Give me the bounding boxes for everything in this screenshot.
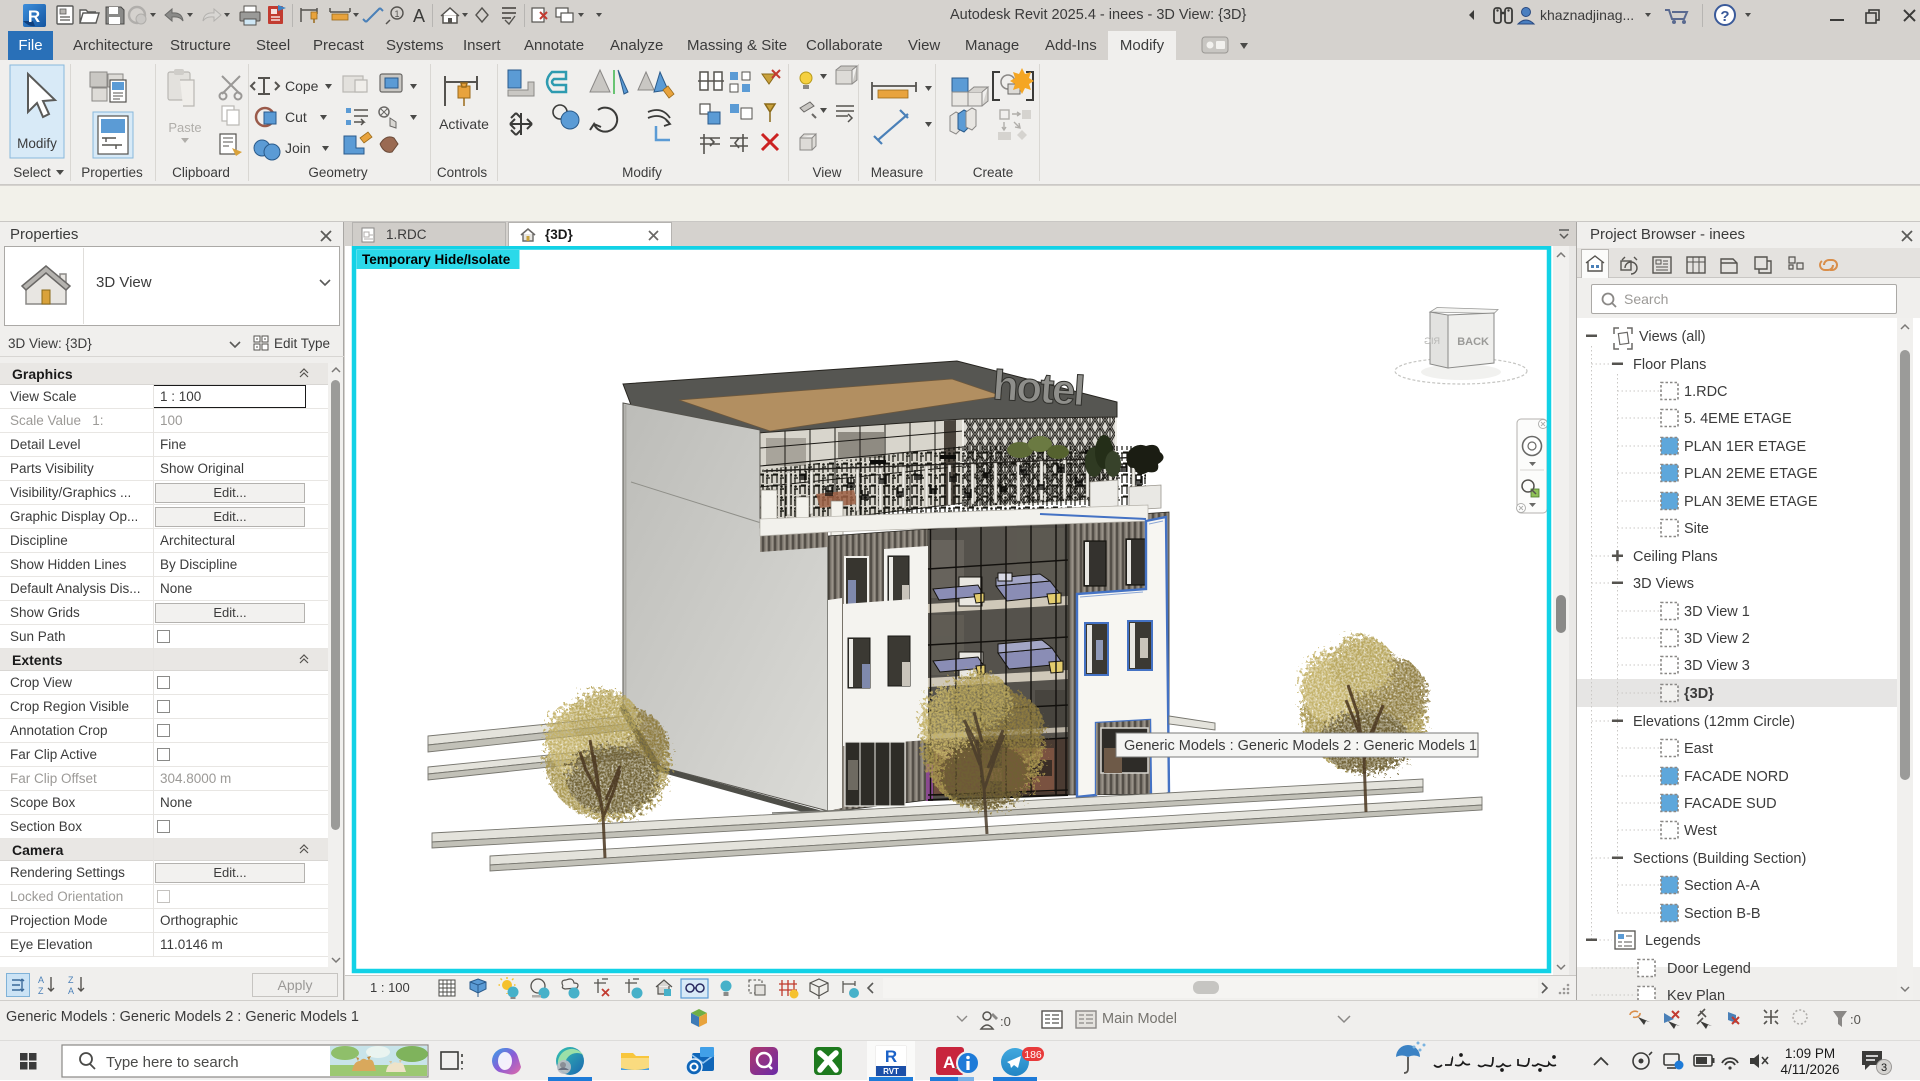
svg-text:Create: Create [973, 165, 1014, 180]
svg-text:Cut: Cut [285, 109, 307, 125]
svg-text:RIG: RIG [1424, 336, 1440, 346]
svg-text:Properties: Properties [81, 165, 143, 180]
svg-text:3D View 2: 3D View 2 [1684, 631, 1750, 647]
svg-text:Paste: Paste [168, 120, 201, 135]
svg-text:Controls: Controls [437, 165, 488, 180]
svg-text:Z: Z [38, 986, 44, 996]
svg-text:Key Plan: Key Plan [1667, 988, 1725, 1000]
svg-text:3: 3 [1881, 1062, 1887, 1074]
svg-text:Door Legend: Door Legend [1667, 961, 1751, 977]
svg-text:1: 1 [394, 9, 399, 19]
svg-text:A: A [38, 975, 44, 985]
svg-text:Floor Plans: Floor Plans [1633, 357, 1706, 373]
svg-text:Sections (Building Section): Sections (Building Section) [1633, 851, 1806, 867]
svg-text:RVT: RVT [883, 1067, 899, 1076]
svg-text:1.RDC: 1.RDC [1684, 384, 1728, 400]
svg-text:Join: Join [285, 140, 311, 156]
svg-text:Modify: Modify [17, 136, 57, 151]
svg-text:BACK: BACK [1457, 336, 1489, 348]
svg-text:Section A-A: Section A-A [1684, 878, 1760, 894]
svg-text:Views (all): Views (all) [1639, 329, 1706, 345]
svg-text:Activate: Activate [439, 116, 489, 132]
svg-text:A: A [943, 1053, 955, 1072]
svg-text:FACADE NORD: FACADE NORD [1684, 769, 1789, 785]
svg-text:PLAN 2EME ETAGE: PLAN 2EME ETAGE [1684, 466, 1818, 482]
svg-text:View: View [812, 165, 841, 180]
svg-text:Section B-B: Section B-B [1684, 906, 1761, 922]
svg-text:Z: Z [68, 975, 74, 985]
svg-text:Cope: Cope [285, 78, 319, 94]
svg-text:4/11/2026: 4/11/2026 [1780, 1062, 1839, 1077]
svg-text:khaznadjinag...: khaznadjinag... [1540, 7, 1634, 23]
svg-text:{3D}: {3D} [1684, 686, 1714, 702]
svg-text:3D View 3: 3D View 3 [1684, 658, 1750, 674]
svg-text:Temporary Hide/Isolate: Temporary Hide/Isolate [362, 252, 511, 267]
svg-text:Select: Select [13, 165, 51, 180]
svg-text:FACADE SUD: FACADE SUD [1684, 796, 1777, 812]
svg-text:West: West [1684, 823, 1717, 839]
svg-text:Ceiling Plans: Ceiling Plans [1633, 549, 1718, 565]
svg-text:Measure: Measure [871, 165, 924, 180]
svg-text:Type here to search: Type here to search [106, 1054, 239, 1071]
svg-text::0: :0 [1850, 1012, 1861, 1027]
svg-text:3D Views: 3D Views [1633, 576, 1694, 592]
svg-text:A: A [413, 6, 425, 26]
svg-text:R: R [885, 1047, 897, 1066]
svg-text:Elevations (12mm Circle): Elevations (12mm Circle) [1633, 714, 1795, 730]
svg-text:3D View 1: 3D View 1 [1684, 604, 1750, 620]
svg-text:A: A [68, 986, 74, 996]
svg-text:Geometry: Geometry [308, 165, 368, 180]
svg-text:1:09 PM: 1:09 PM [1785, 1046, 1835, 1061]
svg-text:Site: Site [1684, 521, 1709, 537]
svg-text:R: R [28, 7, 40, 26]
svg-text:PLAN 3EME ETAGE: PLAN 3EME ETAGE [1684, 494, 1818, 510]
svg-text:Clipboard: Clipboard [172, 165, 230, 180]
svg-text:5. 4EME ETAGE: 5. 4EME ETAGE [1684, 411, 1792, 427]
svg-text::0: :0 [1000, 1014, 1011, 1029]
svg-text:hotel: hotel [991, 361, 1084, 414]
svg-text:PLAN 1ER ETAGE: PLAN 1ER ETAGE [1684, 439, 1807, 455]
svg-text:186: 186 [1024, 1049, 1042, 1061]
svg-text:Generic Models : Generic Model: Generic Models : Generic Models 2 : Gene… [1124, 738, 1477, 754]
svg-text:Legends: Legends [1645, 933, 1701, 949]
svg-text:Modify: Modify [622, 165, 662, 180]
svg-text:?: ? [1720, 8, 1729, 25]
svg-text:East: East [1684, 741, 1713, 757]
